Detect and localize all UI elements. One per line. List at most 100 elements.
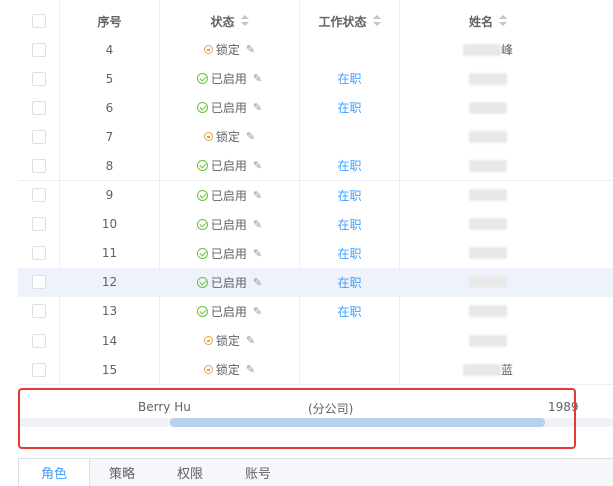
seq-cell: 4: [60, 35, 160, 64]
row-checkbox[interactable]: [31, 275, 46, 290]
work-status-cell: [300, 122, 400, 152]
status-cell: 已启用 ✎: [160, 93, 300, 123]
work-status-cell: 在职: [300, 267, 400, 297]
table-row[interactable]: 4 锁定 ✎ 峰: [18, 35, 613, 65]
table-row[interactable]: 6 已启用 ✎ 在职: [18, 93, 613, 124]
work-status-cell: 在职: [300, 209, 400, 239]
row-select-cell[interactable]: [18, 209, 60, 239]
row-checkbox[interactable]: [31, 71, 46, 86]
table-row[interactable]: 12 已启用 ✎ 在职: [18, 267, 613, 298]
tab-role[interactable]: 角色: [18, 459, 90, 486]
work-status-cell: 在职: [300, 296, 400, 326]
work-status-cell: [300, 326, 400, 355]
seq-cell: 10: [60, 209, 160, 239]
work-status-cell: [300, 35, 400, 64]
edit-icon[interactable]: ✎: [253, 72, 262, 85]
edit-icon[interactable]: ✎: [253, 247, 262, 260]
row-checkbox[interactable]: [31, 217, 46, 232]
lock-icon: [203, 365, 213, 375]
row-select-cell[interactable]: [18, 93, 60, 123]
row-checkbox[interactable]: [31, 333, 46, 348]
edit-icon[interactable]: ✎: [246, 334, 255, 347]
edit-icon[interactable]: ✎: [246, 130, 255, 143]
row-select-cell[interactable]: [18, 267, 60, 297]
status-cell: 锁定 ✎: [160, 35, 300, 64]
row-select-cell[interactable]: [18, 64, 60, 94]
tab-account[interactable]: 账号: [224, 459, 292, 486]
edit-icon[interactable]: ✎: [253, 159, 262, 172]
edit-icon[interactable]: ✎: [253, 276, 262, 289]
redacted-name: [469, 72, 507, 85]
check-circle-icon: [196, 218, 208, 230]
row-checkbox[interactable]: [31, 158, 46, 173]
table-row[interactable]: 14 锁定 ✎: [18, 326, 613, 356]
table-row[interactable]: 8 已启用 ✎ 在职: [18, 151, 613, 182]
status-cell: 锁定 ✎: [160, 355, 300, 385]
edit-icon[interactable]: ✎: [253, 189, 262, 202]
row-checkbox[interactable]: [31, 362, 46, 377]
work-status-cell: [300, 355, 400, 385]
annotation-box: [18, 388, 576, 449]
name-cell: [400, 151, 576, 180]
row-select-cell[interactable]: [18, 180, 60, 210]
table-row[interactable]: 15 锁定 ✎ 蓝: [18, 355, 613, 386]
seq-cell: 5: [60, 64, 160, 94]
check-circle-icon: [196, 305, 208, 317]
row-select-cell[interactable]: [18, 355, 60, 385]
edit-icon[interactable]: ✎: [246, 43, 255, 56]
name-cell: [400, 239, 576, 268]
name-cell: [400, 181, 576, 210]
seq-cell: 11: [60, 238, 160, 268]
check-circle-icon: [196, 189, 208, 201]
table-row[interactable]: 9 已启用 ✎ 在职: [18, 180, 613, 211]
row-checkbox[interactable]: [31, 304, 46, 319]
redacted-name: [469, 130, 507, 143]
select-all-checkbox[interactable]: [31, 14, 46, 28]
table-row[interactable]: 5 已启用 ✎ 在职: [18, 64, 613, 95]
row-select-cell[interactable]: [18, 122, 60, 152]
lock-icon: [203, 336, 213, 345]
redacted-name: [469, 247, 507, 260]
redacted-name: [462, 363, 501, 376]
seq-cell: 7: [60, 122, 160, 152]
name-cell: 蓝: [400, 355, 576, 384]
edit-icon[interactable]: ✎: [246, 363, 255, 376]
table-row[interactable]: 7 锁定 ✎: [18, 122, 613, 153]
row-select-cell[interactable]: [18, 151, 60, 181]
row-checkbox[interactable]: [31, 42, 46, 57]
row-checkbox[interactable]: [31, 100, 46, 115]
edit-icon[interactable]: ✎: [253, 218, 262, 231]
work-status-cell: 在职: [300, 93, 400, 123]
check-circle-icon: [196, 276, 208, 288]
row-select-cell[interactable]: [18, 326, 60, 355]
status-cell: 锁定 ✎: [160, 122, 300, 152]
name-cell: 峰: [400, 35, 576, 64]
sort-icon[interactable]: [372, 15, 381, 27]
work-status-cell: 在职: [300, 180, 400, 210]
edit-icon[interactable]: ✎: [253, 101, 262, 114]
redacted-name: [469, 218, 507, 231]
row-select-cell[interactable]: [18, 35, 60, 64]
redacted-name: [469, 101, 507, 114]
edit-icon[interactable]: ✎: [253, 305, 262, 318]
tab-permission[interactable]: 权限: [156, 459, 224, 486]
status-cell: 已启用 ✎: [160, 238, 300, 268]
name-cell: [400, 297, 576, 326]
sort-icon[interactable]: [499, 15, 507, 27]
seq-cell: 6: [60, 93, 160, 123]
table-row[interactable]: 10 已启用 ✎ 在职: [18, 209, 613, 240]
redacted-name: [469, 189, 507, 201]
name-cell: [400, 326, 576, 355]
row-checkbox[interactable]: [31, 246, 46, 261]
row-checkbox[interactable]: [31, 188, 46, 202]
table-row[interactable]: 11 已启用 ✎ 在职: [18, 238, 613, 269]
sort-icon[interactable]: [240, 15, 249, 27]
work-status-cell: 在职: [300, 238, 400, 268]
lock-icon: [203, 132, 213, 142]
table-row[interactable]: 13 已启用 ✎ 在职: [18, 296, 613, 327]
tab-policy[interactable]: 策略: [88, 459, 156, 486]
row-select-cell[interactable]: [18, 238, 60, 268]
row-checkbox[interactable]: [31, 129, 46, 144]
row-select-cell[interactable]: [18, 296, 60, 326]
status-cell: 已启用 ✎: [160, 64, 300, 94]
